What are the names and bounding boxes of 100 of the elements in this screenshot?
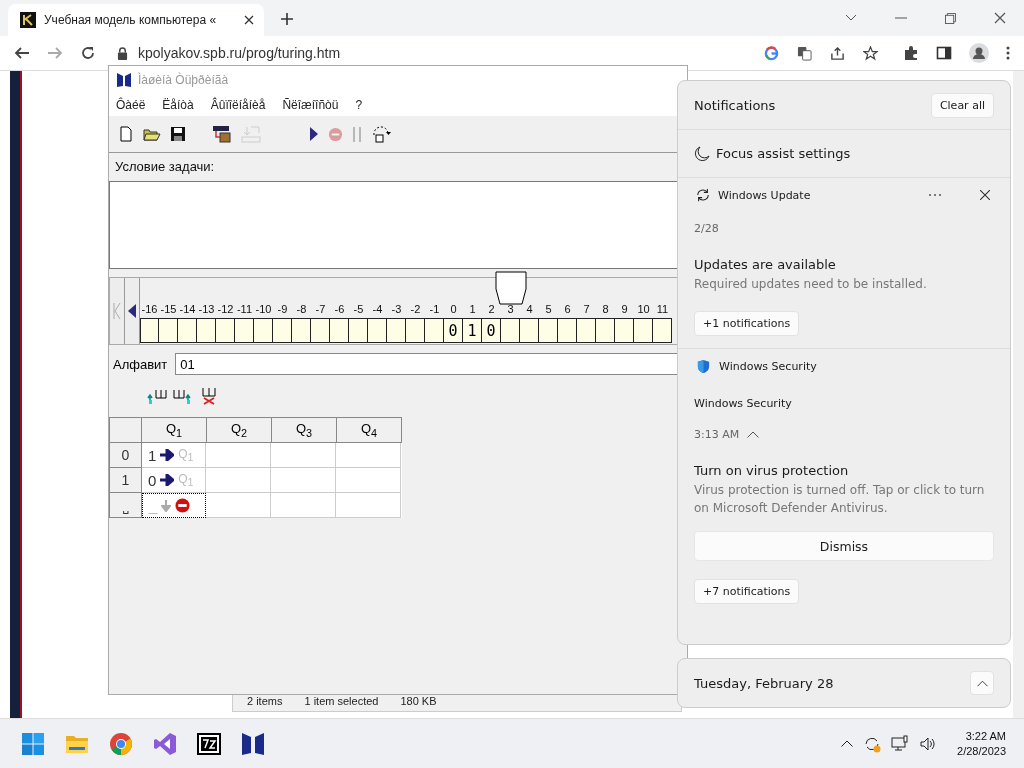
write-symbol: 0 (148, 471, 157, 489)
table-cell[interactable] (206, 443, 271, 468)
menu-item[interactable]: Ñëîæíîñòü (282, 98, 339, 112)
save-icon[interactable] (170, 126, 186, 142)
tape-head[interactable] (495, 271, 527, 305)
alphabet-label: Алфавит (113, 356, 168, 372)
table-cell[interactable] (271, 493, 336, 518)
tape-cell[interactable] (634, 318, 653, 343)
tape-cell[interactable] (292, 318, 311, 343)
chevron-up-icon[interactable] (841, 740, 854, 747)
clock-date: 2/28/2023 (957, 745, 1006, 757)
menu-item[interactable]: Ëåíòà (162, 98, 194, 112)
tape-cell[interactable] (273, 318, 292, 343)
tape-cell[interactable] (159, 318, 178, 343)
archive-icon[interactable] (197, 731, 221, 756)
google-icon[interactable] (764, 45, 779, 61)
more-icon[interactable] (1006, 45, 1010, 61)
tape-start-button[interactable] (110, 278, 125, 344)
tape-cell[interactable] (235, 318, 254, 343)
tape-cell[interactable] (539, 318, 558, 343)
new-file-icon[interactable] (118, 126, 134, 142)
table-cell[interactable] (271, 443, 336, 468)
loop-icon[interactable] (371, 125, 391, 143)
tape-index: -7 (315, 303, 326, 315)
tape-cell[interactable] (596, 318, 615, 343)
table-cell[interactable]: 1 Q$_{1}$ (142, 443, 206, 468)
menu-item[interactable]: Âûïîëíåíèå (210, 98, 266, 112)
reload-icon[interactable] (80, 45, 96, 61)
side-panel-icon[interactable] (936, 45, 952, 61)
clear-all-button[interactable]: Clear all (930, 92, 994, 118)
translate-icon[interactable] (797, 45, 812, 61)
more-options-icon[interactable] (928, 193, 942, 197)
open-folder-icon[interactable] (143, 126, 161, 142)
tape-cell[interactable] (216, 318, 235, 343)
table-cell[interactable] (206, 493, 271, 518)
tape-cell[interactable] (197, 318, 216, 343)
tape-cell[interactable]: 0 (482, 318, 501, 343)
clock-button[interactable]: 3:22 AM 2/28/2023 (953, 728, 1010, 759)
profile-icon[interactable] (969, 43, 989, 63)
task-label: Условие задачи: (114, 158, 216, 176)
tape-cell[interactable] (254, 318, 273, 343)
tape-cell[interactable] (501, 318, 520, 343)
write-symbol: 1 (148, 446, 157, 464)
tape-cell[interactable] (140, 318, 159, 343)
infinity-ribbon-icon[interactable] (153, 731, 177, 756)
tape-cell[interactable] (406, 318, 425, 343)
new-tab-icon[interactable] (280, 12, 294, 26)
close-icon[interactable] (980, 190, 990, 200)
tape-cell[interactable] (368, 318, 387, 343)
tape-index: 11 (656, 303, 669, 315)
tape-cell[interactable] (653, 318, 672, 343)
tape-left-button[interactable] (125, 278, 140, 344)
tape-cell[interactable] (558, 318, 577, 343)
tape-cell[interactable] (425, 318, 444, 343)
restore-icon[interactable] (945, 12, 956, 24)
tape-index: -12 (217, 303, 234, 315)
tape-cell[interactable] (615, 318, 634, 343)
tape-cell[interactable]: 0 (444, 318, 463, 343)
menu-item[interactable]: ? (355, 98, 363, 112)
tape-cell[interactable] (330, 318, 349, 343)
star-icon[interactable] (863, 45, 878, 61)
delete-column-icon[interactable] (199, 387, 219, 405)
table-cell[interactable] (336, 443, 401, 468)
more-notifications-button[interactable]: +7 notifications (694, 579, 800, 604)
back-icon[interactable] (14, 45, 30, 61)
chevron-down-icon[interactable] (845, 14, 857, 22)
tape-index: -16 (141, 303, 158, 315)
focus-assist-link[interactable]: Focus assist settings (716, 146, 851, 161)
table-cell[interactable] (271, 468, 336, 493)
share-icon[interactable] (830, 45, 845, 61)
network-icon[interactable] (891, 734, 910, 753)
menu-item[interactable]: Ôàéë (116, 98, 146, 112)
table-cell[interactable] (336, 493, 401, 518)
app-logo-icon[interactable] (241, 731, 265, 756)
notification-body: Virus protection is turned off. Tap or click to turn on Microsoft Defender Antivirus. (694, 482, 986, 517)
browser-tab[interactable]: Учебная модель компьютера « (8, 4, 264, 36)
close-icon[interactable] (244, 15, 254, 25)
insert-column-icon[interactable] (173, 387, 193, 405)
table-cell[interactable]: 0 Q$_{1}$ (142, 468, 206, 493)
more-notifications-button[interactable]: +1 notifications (694, 311, 800, 336)
table-cell[interactable] (206, 468, 271, 493)
film-box-icon[interactable] (212, 125, 232, 143)
tape-cell[interactable] (520, 318, 539, 343)
tape-cell[interactable] (387, 318, 406, 343)
tape-cell[interactable] (577, 318, 596, 343)
start-icon[interactable] (21, 731, 45, 756)
dismiss-button[interactable]: Dismiss (694, 531, 994, 561)
tape-cell[interactable] (311, 318, 330, 343)
chrome-icon[interactable] (109, 731, 133, 756)
tape-cell[interactable]: 1 (463, 318, 482, 343)
column-header: Q$_{4}$ (337, 418, 402, 443)
puzzle-icon[interactable] (903, 45, 919, 61)
table-cell[interactable] (336, 468, 401, 493)
chevron-up-icon[interactable] (747, 431, 760, 438)
tape-cell[interactable] (178, 318, 197, 343)
tape-cell[interactable] (349, 318, 368, 343)
close-icon[interactable] (994, 12, 1006, 24)
shield-icon (696, 358, 711, 374)
play-icon[interactable] (309, 126, 319, 142)
insert-column-icon[interactable] (147, 387, 167, 405)
